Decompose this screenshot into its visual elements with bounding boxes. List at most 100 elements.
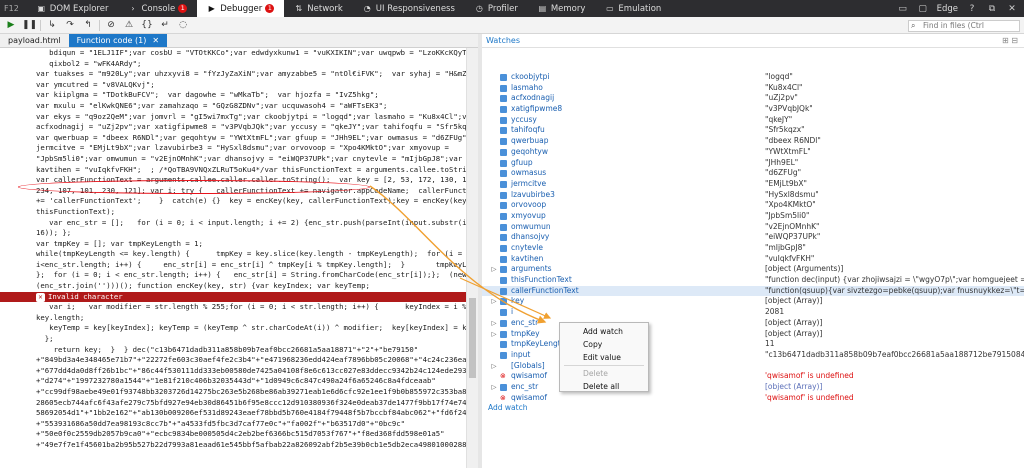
watch-row[interactable]: dhansojvy "eiWQP37UPk" [482, 232, 1024, 243]
watch-value[interactable]: 'qwisamof' is undefined [765, 371, 854, 382]
line-gutter[interactable] [0, 175, 30, 186]
word-wrap-icon[interactable]: ↵ [158, 19, 172, 32]
step-out-icon[interactable]: ↰ [81, 19, 95, 32]
code-scrollbar-thumb[interactable] [469, 298, 476, 378]
expand-icon[interactable]: ▷ [490, 264, 498, 275]
watch-value[interactable]: "eiWQP37UPk" [765, 232, 820, 243]
expand-icon[interactable]: ▷ [490, 329, 498, 340]
watch-row[interactable]: owmasus "d6ZFUg" [482, 168, 1024, 179]
menu-item-add-watch[interactable]: Add watch [560, 325, 648, 338]
watch-value[interactable]: "qkeJY" [765, 115, 792, 126]
line-gutter[interactable] [0, 196, 30, 207]
watch-row[interactable]: ⊗ qwisamof 'qwisamof' is undefined [482, 393, 1024, 404]
line-gutter[interactable] [0, 206, 30, 218]
line-gutter[interactable] [0, 429, 30, 440]
line-gutter[interactable] [0, 249, 30, 260]
watch-value[interactable]: [object (Array)] [765, 296, 822, 307]
watch-value[interactable]: "c13b6471dadb311a858b09b7eaf0bcc26681a5a… [765, 350, 1024, 361]
tab-dom-explorer[interactable]: ▣ DOM Explorer [27, 0, 119, 17]
help-icon[interactable]: ? [966, 3, 978, 15]
watch-value[interactable]: "YWtXtmFL" [765, 147, 811, 158]
just-my-code-icon[interactable]: ◌ [176, 19, 190, 32]
watch-row[interactable]: callerFunctionText "function(qsuup){var s… [482, 285, 1024, 297]
expand-icon[interactable]: ▷ [490, 382, 498, 393]
line-gutter[interactable] [0, 408, 30, 419]
menu-item-copy[interactable]: Copy [560, 338, 648, 351]
watch-row[interactable]: gfuup "JHh9EL" [482, 158, 1024, 169]
tab-profiler[interactable]: ◷ Profiler [465, 0, 528, 17]
watch-value[interactable]: "Ku8x4Cl" [765, 83, 803, 94]
watch-value[interactable]: [object (Array)] [765, 329, 822, 340]
add-watch-link[interactable]: Add watch [482, 403, 1024, 414]
tab-network[interactable]: ⇅ Network [284, 0, 353, 17]
browser-mode-label[interactable]: Edge [937, 4, 958, 14]
watch-row[interactable]: lzavubirbe3 "HySxl8dsmu" [482, 190, 1024, 201]
line-gutter[interactable] [0, 281, 30, 292]
watch-row[interactable]: jermcitve "EMjLt9bX" [482, 179, 1024, 190]
code-editor[interactable]: bdiqun = "1ELJ1IF";var cosbU = "VTOtKKCo… [0, 48, 466, 468]
line-gutter[interactable] [0, 238, 30, 250]
watch-value[interactable]: "Xpo4KMktO" [765, 200, 816, 211]
watch-value[interactable]: "function(qsuup){var sivztezgo=pebke(qsu… [765, 286, 1024, 297]
watch-row[interactable]: geqohtyw "YWtXtmFL" [482, 147, 1024, 158]
line-gutter[interactable] [0, 185, 30, 197]
tab-memory[interactable]: ▤ Memory [528, 0, 596, 17]
continue-icon[interactable]: ▶ [4, 19, 18, 32]
line-gutter[interactable] [0, 302, 30, 313]
expand-icon[interactable]: ▷ [490, 318, 498, 329]
find-in-files-input[interactable]: ⌕ Find in files (Ctrl [908, 20, 1020, 32]
watch-value[interactable]: 'qwisamof' is undefined [765, 393, 854, 404]
tab-ui-responsiveness[interactable]: ◔ UI Responsiveness [353, 0, 465, 17]
line-gutter[interactable] [0, 291, 30, 303]
menu-item-delete-all[interactable]: Delete all [560, 380, 648, 393]
line-gutter[interactable] [0, 365, 30, 377]
watch-value[interactable]: "logqd" [765, 72, 793, 83]
watch-value[interactable]: [object (Arguments)] [765, 264, 843, 275]
pretty-print-icon[interactable]: {} [140, 19, 154, 32]
line-gutter[interactable] [0, 132, 30, 144]
close-tab-icon[interactable]: ✕ [152, 34, 159, 47]
line-gutter[interactable] [0, 387, 30, 398]
watch-row[interactable]: tahifoqfu "Sfr5kqzx" [482, 125, 1024, 136]
line-gutter[interactable] [0, 397, 30, 409]
line-gutter[interactable] [0, 270, 30, 282]
line-gutter[interactable] [0, 153, 30, 165]
watch-row[interactable]: ▷ key [object (Array)] [482, 296, 1024, 307]
watch-row[interactable]: yccusy "qkeJY" [482, 115, 1024, 126]
monitor-icon[interactable]: ▭ [897, 3, 909, 15]
watch-row[interactable]: qwerbuap "dbeex R6NDl" [482, 136, 1024, 147]
watch-row[interactable]: cnytevle "mIjbGpJ8" [482, 243, 1024, 254]
line-gutter[interactable] [0, 143, 30, 154]
line-gutter[interactable] [0, 376, 30, 387]
watch-row[interactable]: orvovoop "Xpo4KMktO" [482, 200, 1024, 211]
line-gutter[interactable] [0, 344, 30, 356]
watch-row[interactable]: acfxodnagij "uZj2pv" [482, 93, 1024, 104]
watch-row[interactable]: lasmaho "Ku8x4Cl" [482, 83, 1024, 94]
watch-value[interactable]: "v3PVqbJQk" [765, 104, 813, 115]
line-gutter[interactable] [0, 228, 30, 239]
watch-row[interactable]: kavtihen "vuIqkfvFKH" [482, 254, 1024, 265]
watch-value[interactable]: "v2EjnOMnhK" [765, 222, 820, 233]
file-tab-function-code[interactable]: Function code (1) ✕ [68, 34, 168, 47]
watch-value[interactable]: "JpbSm5li0" [765, 211, 809, 222]
expand-icon[interactable]: ▷ [490, 361, 498, 372]
watch-value[interactable]: "vuIqkfvFKH" [765, 254, 814, 265]
watch-row[interactable]: omwumun "v2EjnOMnhK" [482, 222, 1024, 233]
tab-debugger[interactable]: ▶ Debugger 1 [197, 0, 285, 17]
line-gutter[interactable] [0, 439, 30, 451]
line-gutter[interactable] [0, 111, 30, 123]
watch-value[interactable]: 2081 [765, 307, 784, 318]
line-gutter[interactable] [0, 58, 30, 70]
line-gutter[interactable] [0, 90, 30, 101]
watch-value[interactable]: "dbeex R6NDl" [765, 136, 821, 147]
line-gutter[interactable] [0, 164, 30, 176]
tab-console[interactable]: › Console 1 [118, 0, 197, 17]
code-scrollbar[interactable] [466, 48, 478, 468]
watch-value[interactable]: "mIjbGpJ8" [765, 243, 806, 254]
watch-row[interactable]: xmyovup "JpbSm5li0" [482, 211, 1024, 222]
line-gutter[interactable] [0, 355, 30, 366]
browser-mode-icon[interactable]: ▢ [917, 3, 929, 15]
watch-row[interactable]: ckoobjytpi "logqd" [482, 72, 1024, 83]
tab-emulation[interactable]: ▭ Emulation [595, 0, 671, 17]
line-gutter[interactable] [0, 312, 30, 324]
